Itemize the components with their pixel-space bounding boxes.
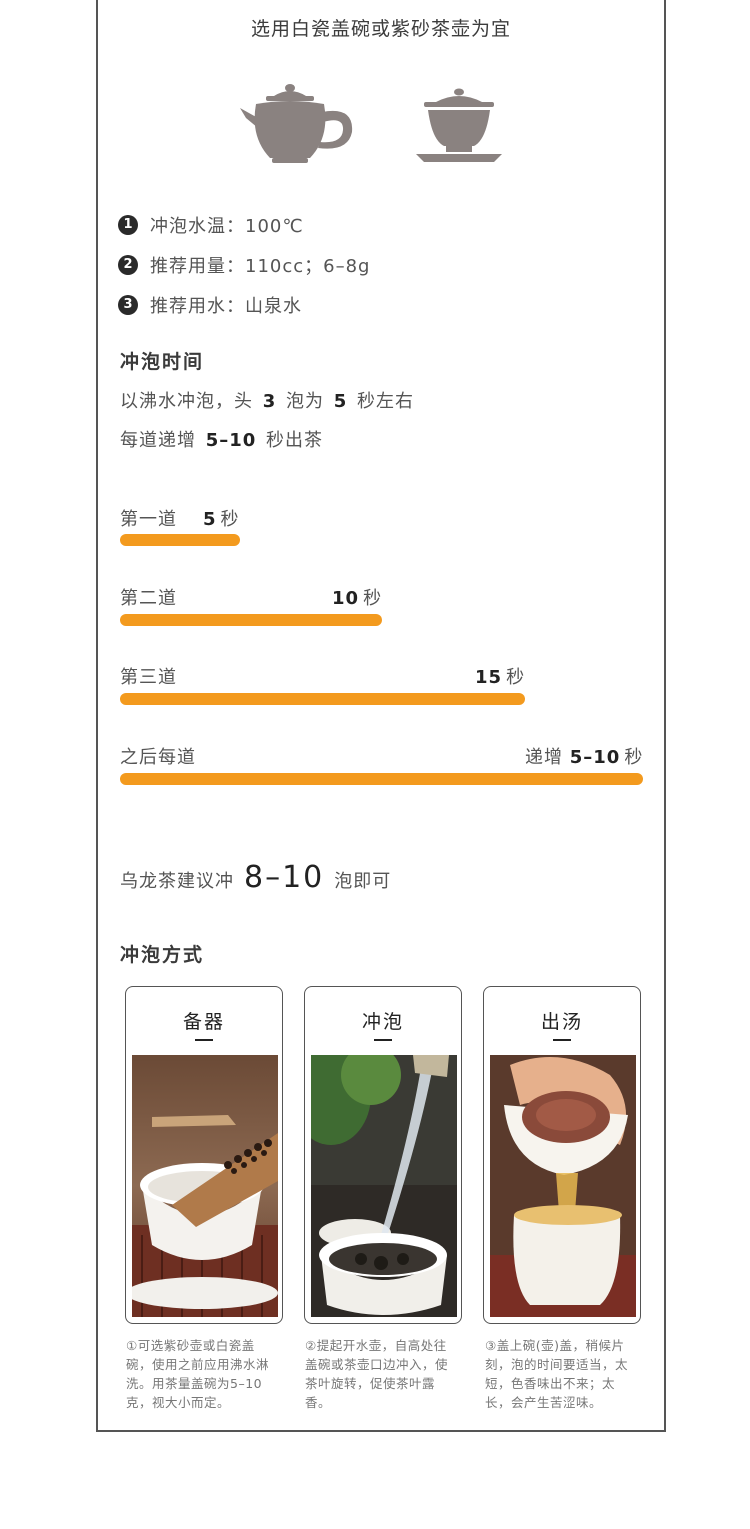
caption-pour: ③盖上碗(壶)盖，稍候片刻，泡的时间要适当，太短，色香味出不来；太长，会产生苦涩…: [485, 1338, 629, 1410]
method-title: 冲泡方式: [120, 944, 205, 966]
card-title: 冲泡: [361, 1011, 404, 1033]
method-card-brew: 冲泡: [304, 986, 462, 1324]
step-value-4: 递增 5–10 秒: [525, 747, 644, 768]
method-card-pour: 出汤: [483, 986, 641, 1324]
step-bar-4: [120, 773, 643, 785]
increment-seconds: 5–10: [205, 430, 257, 451]
text-segment: 以沸水冲泡，头: [120, 391, 253, 412]
number-badge: 2: [118, 255, 138, 275]
step-bar-3: [120, 693, 525, 705]
step-value-2: 10 秒: [332, 588, 383, 609]
text-segment: 每道递增: [120, 430, 196, 451]
param-text: 推荐用量：110cc；6–8g: [150, 256, 371, 277]
method-card-prepare: 备器: [125, 986, 283, 1324]
brew-time-line1: 以沸水冲泡，头 3 泡为 5 秒左右: [120, 387, 414, 413]
text-segment: 乌龙茶建议冲: [120, 871, 234, 892]
param-text: 冲泡水温：100℃: [150, 216, 304, 237]
step-bar-1: [120, 534, 240, 546]
first-infusion-seconds: 5: [333, 391, 348, 412]
step-label-4: 之后每道: [120, 747, 196, 768]
text-segment: 泡即可: [334, 871, 392, 892]
param-item-temperature: 1 冲泡水温：100℃: [118, 212, 304, 238]
caption-brew: ②提起开水壶，自高处往盖碗或茶壶口边冲入，使茶叶旋转，促使茶叶露香。: [305, 1338, 449, 1410]
pour-photo: [490, 1055, 636, 1317]
infusion-count-line: 乌龙茶建议冲 8–10 泡即可: [120, 860, 391, 895]
infusion-count: 8–10: [244, 860, 325, 895]
brew-time-title: 冲泡时间: [120, 351, 205, 373]
param-item-amount: 2 推荐用量：110cc；6–8g: [118, 252, 370, 278]
text-segment: 秒左右: [357, 391, 414, 412]
title-underline: [553, 1039, 571, 1041]
step-label-3: 第三道: [120, 667, 177, 688]
card-title: 备器: [182, 1011, 225, 1033]
caption-prepare: ①可选紫砂壶或白瓷盖碗，使用之前应用沸水淋洗。用茶量盖碗为5–10克，视大小而定…: [126, 1338, 270, 1410]
number-badge: 1: [118, 215, 138, 235]
step-bar-2: [120, 614, 382, 626]
param-item-water: 3 推荐用水：山泉水: [118, 292, 302, 318]
step-value-1: 5秒: [203, 509, 240, 530]
number-badge: 3: [118, 295, 138, 315]
first-infusions-count: 3: [262, 391, 277, 412]
text-segment: 秒出茶: [266, 430, 324, 451]
brew-time-line2: 每道递增 5–10 秒出茶: [120, 426, 323, 452]
text-segment: 泡为: [286, 391, 324, 412]
param-text: 推荐用水：山泉水: [150, 296, 302, 317]
brew-photo: [311, 1055, 457, 1317]
step-value-3: 15 秒: [475, 667, 526, 688]
title-underline: [374, 1039, 392, 1041]
step-label-1: 第一道: [120, 509, 177, 530]
page-title: 选用白瓷盖碗或紫砂茶壶为宜: [250, 18, 511, 40]
step-label-2: 第二道: [120, 588, 177, 609]
prepare-photo: [132, 1055, 278, 1317]
card-title: 出汤: [540, 1011, 583, 1033]
title-underline: [195, 1039, 213, 1041]
gaiwan-icon: [414, 88, 504, 172]
